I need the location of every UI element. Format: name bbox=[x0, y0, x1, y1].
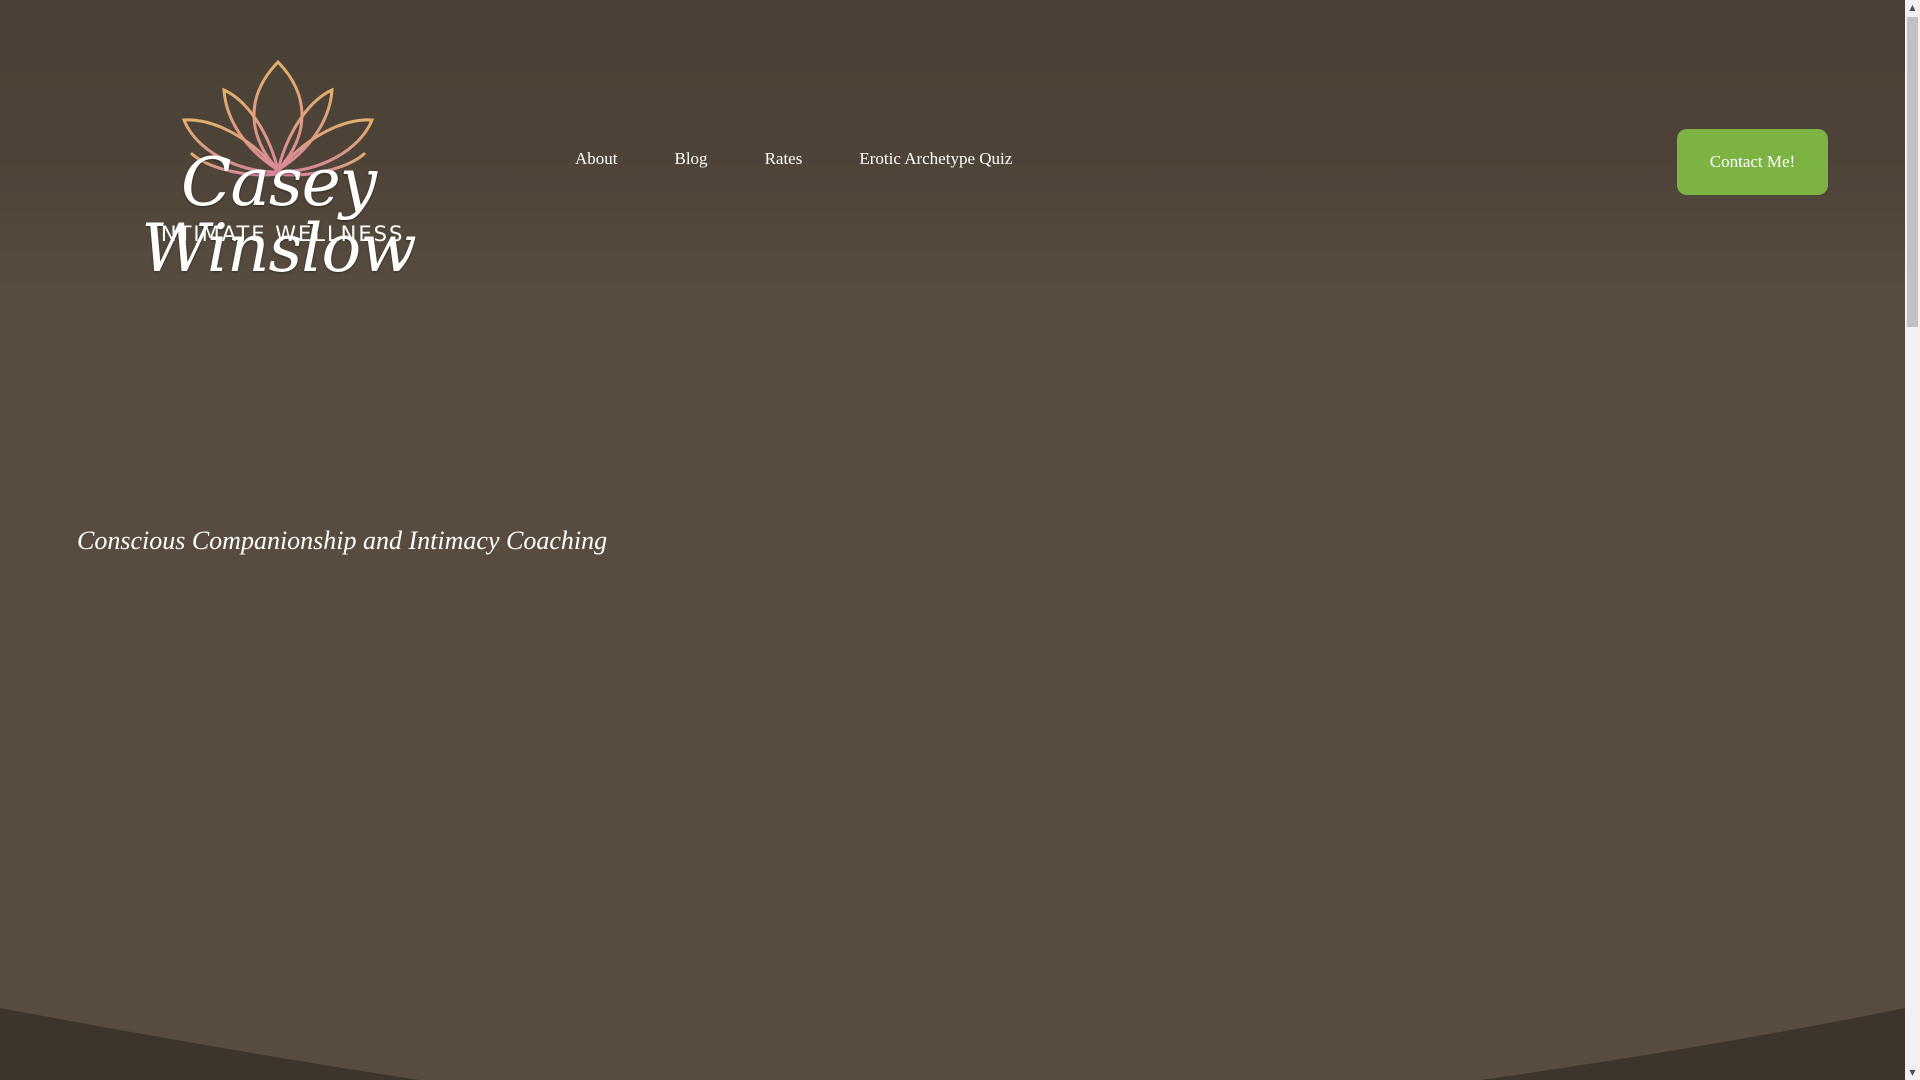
bottom-wave-divider bbox=[0, 1008, 1905, 1080]
page: Casey Winslow INTIMATE WELLNESS About Bl… bbox=[0, 0, 1920, 1080]
scrollbar-thumb[interactable] bbox=[1907, 17, 1918, 327]
vertical-scrollbar[interactable]: ▲ ▼ bbox=[1905, 0, 1920, 1080]
site-logo[interactable]: Casey Winslow INTIMATE WELLNESS bbox=[96, 50, 461, 282]
contact-me-button[interactable]: Contact Me! bbox=[1677, 129, 1828, 195]
logo-wordmark: Casey Winslow bbox=[141, 144, 417, 287]
nav-item-about[interactable]: About bbox=[575, 149, 618, 169]
nav-item-blog[interactable]: Blog bbox=[675, 149, 708, 169]
scroll-up-arrow-icon[interactable]: ▲ bbox=[1905, 0, 1920, 15]
site-header: Casey Winslow INTIMATE WELLNESS About Bl… bbox=[0, 0, 1905, 290]
nav-item-rates[interactable]: Rates bbox=[765, 149, 803, 169]
nav-item-erotic-archetype-quiz[interactable]: Erotic Archetype Quiz bbox=[859, 149, 1012, 169]
logo-subtitle: INTIMATE WELLNESS bbox=[152, 222, 405, 246]
scroll-down-arrow-icon[interactable]: ▼ bbox=[1905, 1065, 1920, 1080]
main-nav: About Blog Rates Erotic Archetype Quiz bbox=[575, 149, 1012, 169]
hero-tagline: Conscious Companionship and Intimacy Coa… bbox=[77, 526, 608, 555]
